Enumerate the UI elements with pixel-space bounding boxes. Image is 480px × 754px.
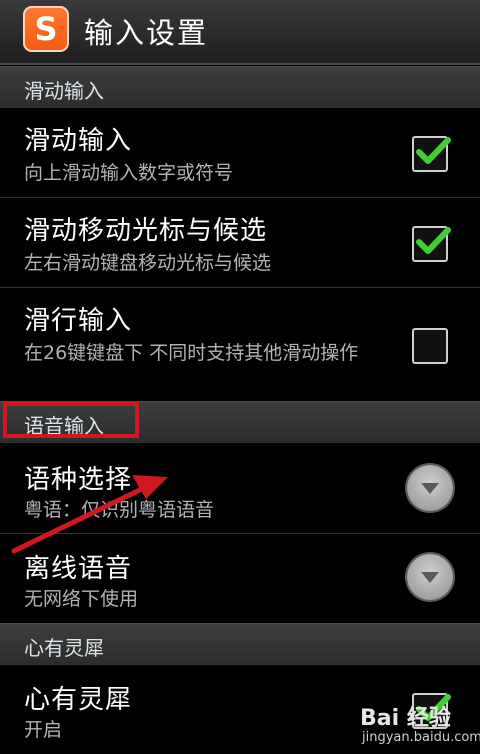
red-highlight-box [3,402,139,438]
baidu-jingyan-watermark: Bai 经验 jingyan.baidu.com [340,692,480,752]
chevron-down-icon [421,483,439,494]
dropdown-circle-button[interactable] [407,554,453,600]
title-bar: S 输入设置 [0,0,480,65]
setting-row-swipe-input[interactable]: 滑动输入 向上滑动输入数字或符号 [0,107,480,197]
section-label: 心有灵犀 [24,636,104,660]
watermark-url: jingyan.baidu.com [362,730,480,745]
chevron-down-icon [421,572,439,583]
checkbox-unchecked[interactable] [412,328,448,364]
page-title: 输入设置 [84,16,209,50]
red-arrow-icon [11,475,168,554]
dropdown-circle-button[interactable] [407,465,453,511]
setting-title: 滑行输入 [24,306,133,336]
setting-title: 滑动移动光标与候选 [24,216,268,246]
setting-subtitle: 无网络下使用 [24,588,139,610]
watermark-text: Bai 经验 [360,706,451,731]
setting-title: 滑动输入 [24,126,133,156]
setting-subtitle: 向上滑动输入数字或符号 [24,162,234,184]
setting-title: 心有灵犀 [24,685,133,715]
checkmark-icon [416,227,451,254]
sogou-app-icon: S [23,6,69,52]
checkbox-checked[interactable] [412,136,451,172]
setting-row-swipe-cursor[interactable]: 滑动移动光标与候选 左右滑动键盘移动光标与候选 [0,197,480,287]
section-header-telepathy: 心有灵犀 [0,623,480,664]
setting-subtitle: 在26键键盘下 不同时支持其他滑动操作 [24,342,359,364]
setting-subtitle: 左右滑动键盘移动光标与候选 [24,252,272,274]
section-header-swipe-input: 滑动输入 [0,66,480,107]
checkmark-icon [416,137,451,164]
section-label: 滑动输入 [24,79,104,103]
setting-row-glide-input[interactable]: 滑行输入 在26键键盘下 不同时支持其他滑动操作 [0,287,480,401]
checkbox-checked[interactable] [412,226,451,262]
app-icon-letter: S [34,10,58,48]
